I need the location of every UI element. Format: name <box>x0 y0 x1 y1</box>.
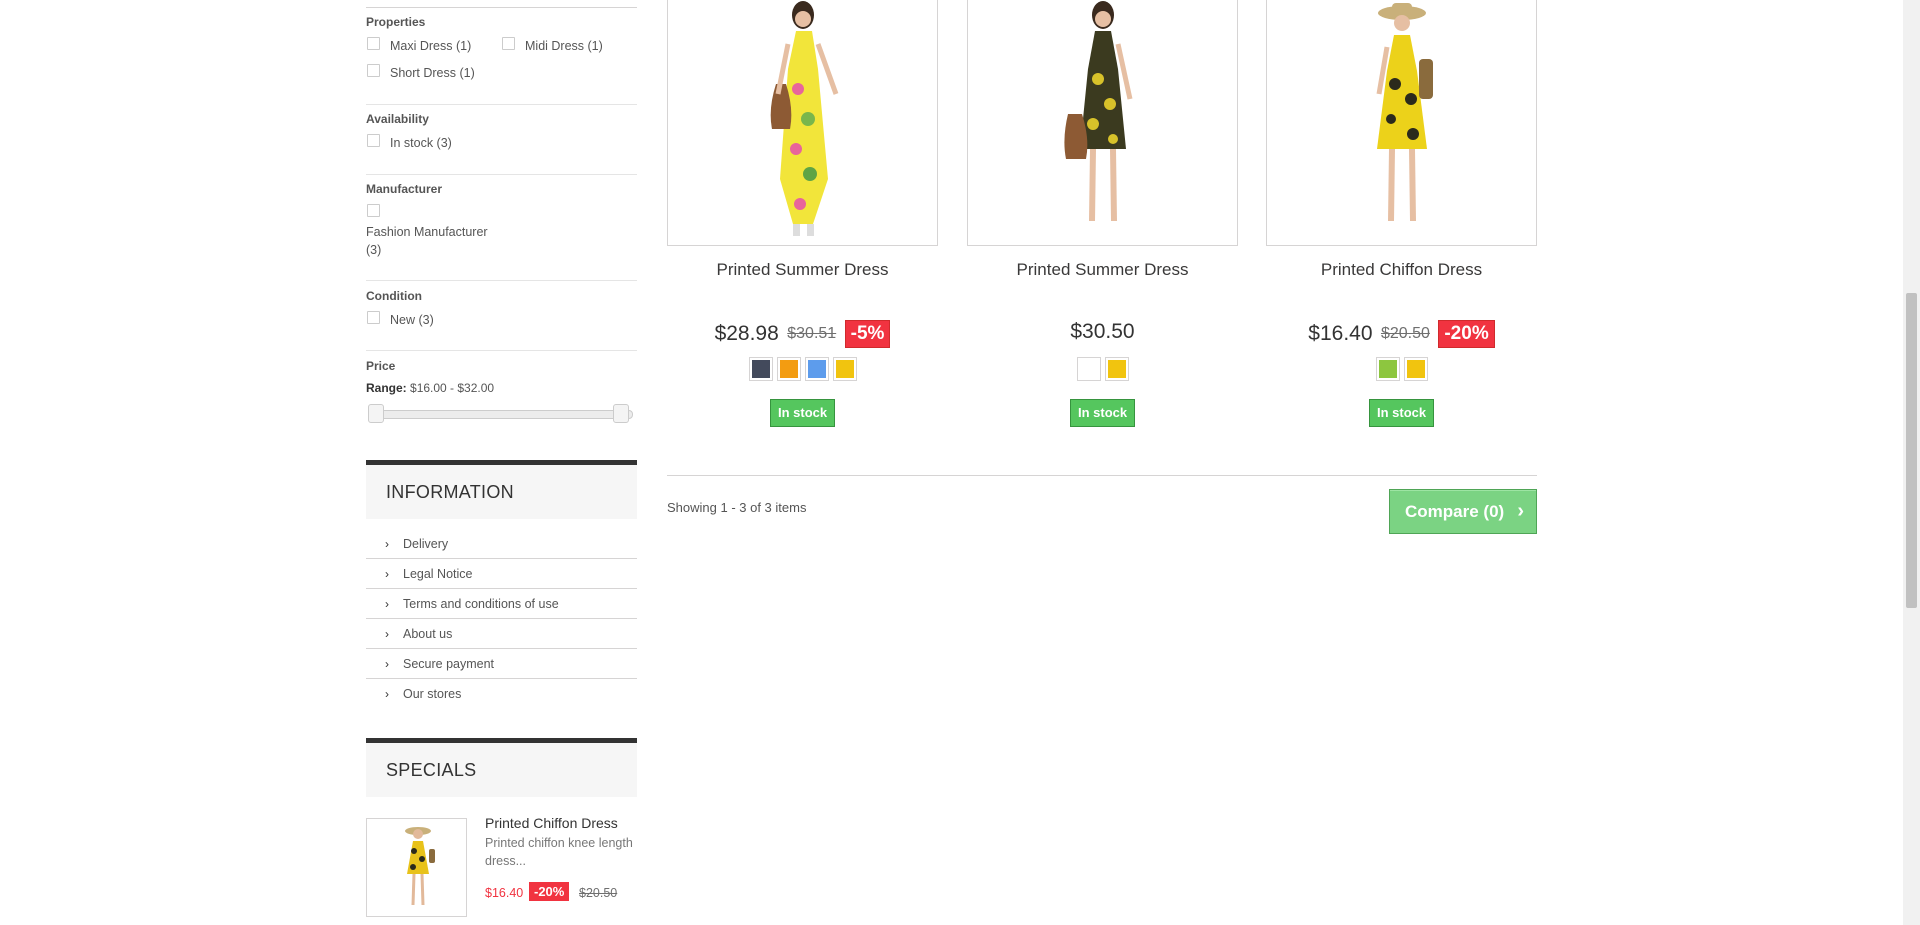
info-link-legal-notice[interactable]: › Legal Notice <box>366 559 637 589</box>
stock-badge: In stock <box>1369 399 1435 427</box>
price-range-label: Range: $16.00 - $32.00 <box>366 381 494 395</box>
color-swatch[interactable] <box>1104 357 1129 381</box>
divider <box>366 7 637 8</box>
product-image[interactable] <box>667 0 938 246</box>
filter-title-manufacturer: Manufacturer <box>366 182 443 196</box>
price-range-value: $16.00 - $32.00 <box>410 381 495 395</box>
filter-title-condition: Condition <box>366 289 422 303</box>
color-swatch[interactable] <box>1375 357 1400 381</box>
dress-model-image <box>1064 1 1133 222</box>
divider <box>366 174 637 175</box>
divider <box>366 350 637 351</box>
info-link-about-us[interactable]: › About us <box>366 619 637 649</box>
compare-button-label: Compare (0) <box>1405 502 1505 521</box>
divider <box>667 475 1537 476</box>
color-swatches <box>967 357 1238 381</box>
info-link-label: Legal Notice <box>403 567 473 581</box>
product-discount-badge: -5% <box>844 320 891 348</box>
divider <box>366 104 637 105</box>
dress-model-image <box>770 1 839 236</box>
filter-title-properties: Properties <box>366 15 426 29</box>
color-swatch[interactable] <box>776 357 801 381</box>
chevron-right-icon: › <box>385 567 389 581</box>
filter-label-short-dress[interactable]: Short Dress (1) <box>390 64 475 82</box>
color-swatch[interactable] <box>832 357 857 381</box>
filter-count-fashion-manufacturer[interactable]: (3) <box>366 241 381 259</box>
dress-model-image <box>405 827 435 906</box>
compare-button[interactable]: Compare (0) › <box>1389 489 1537 534</box>
checkbox-midi-dress[interactable] <box>502 37 515 50</box>
information-title[interactable]: INFORMATION <box>386 482 514 503</box>
specials-block-header: SPECIALS <box>366 738 637 797</box>
product-name[interactable]: Printed Summer Dress <box>667 260 938 280</box>
stock-badge: In stock <box>770 399 836 427</box>
filter-label-new[interactable]: New (3) <box>390 311 434 329</box>
product-name[interactable]: Printed Chiffon Dress <box>1266 260 1537 280</box>
product-old-price: $30.51 <box>787 325 837 342</box>
filter-title-availability: Availability <box>366 112 429 126</box>
info-link-label: Our stores <box>403 687 462 701</box>
info-link-label: About us <box>403 627 453 641</box>
filter-label-maxi-dress[interactable]: Maxi Dress (1) <box>390 37 471 55</box>
color-swatches <box>667 357 938 381</box>
special-product-description: Printed chiffon knee length dress... <box>485 836 633 868</box>
chevron-right-icon: › <box>385 597 389 611</box>
information-block-header: INFORMATION <box>366 460 637 519</box>
color-swatch[interactable] <box>1403 357 1428 381</box>
price-range-prefix: Range: <box>366 381 407 395</box>
info-link-terms[interactable]: › Terms and conditions of use <box>366 589 637 619</box>
product-image[interactable] <box>1266 0 1537 246</box>
checkbox-new[interactable] <box>367 311 380 324</box>
product-price: $28.98 <box>714 322 779 345</box>
special-product-name[interactable]: Printed Chiffon Dress <box>485 815 618 831</box>
special-old-price: $20.50 <box>579 886 618 900</box>
product-image[interactable] <box>967 0 1238 246</box>
scrollbar-thumb[interactable] <box>1906 293 1917 608</box>
divider <box>366 280 637 281</box>
chevron-right-icon: › <box>385 627 389 641</box>
product-price-row: $16.40 $20.50 -20% <box>1266 320 1537 348</box>
info-link-our-stores[interactable]: › Our stores <box>366 679 637 709</box>
info-link-label: Secure payment <box>403 657 495 671</box>
color-swatch[interactable] <box>748 357 773 381</box>
product-old-price: $20.50 <box>1380 325 1430 342</box>
price-slider-min-handle[interactable] <box>368 404 384 423</box>
chevron-right-icon: › <box>385 687 389 701</box>
product-price-row: $30.50 <box>967 320 1238 344</box>
product-price-row: $28.98 $30.51 -5% <box>667 320 938 348</box>
page-scrollbar[interactable] <box>1903 0 1920 925</box>
color-swatch[interactable] <box>1076 357 1101 381</box>
price-slider-max-handle[interactable] <box>613 404 629 423</box>
chevron-right-icon: › <box>385 537 389 551</box>
info-link-secure-payment[interactable]: › Secure payment <box>366 649 637 679</box>
checkbox-maxi-dress[interactable] <box>367 37 380 50</box>
filter-label-midi-dress[interactable]: Midi Dress (1) <box>525 37 603 55</box>
dress-model-image <box>1376 3 1433 222</box>
price-slider-track[interactable] <box>368 410 633 419</box>
info-link-delivery[interactable]: › Delivery <box>366 529 637 559</box>
special-product-price: $16.40 <box>485 886 524 900</box>
special-discount-badge: -20% <box>529 882 570 901</box>
checkbox-fashion-manufacturer[interactable] <box>367 204 380 217</box>
filter-title-price: Price <box>366 359 396 373</box>
product-price: $16.40 <box>1308 322 1373 345</box>
product-name[interactable]: Printed Summer Dress <box>967 260 1238 280</box>
info-link-label: Delivery <box>403 537 449 551</box>
product-discount-badge: -20% <box>1438 320 1495 348</box>
chevron-right-icon: › <box>1517 500 1524 522</box>
color-swatches <box>1266 357 1537 381</box>
specials-title[interactable]: SPECIALS <box>386 760 476 781</box>
color-swatch[interactable] <box>804 357 829 381</box>
items-count-text: Showing 1 - 3 of 3 items <box>667 500 807 515</box>
product-price: $30.50 <box>1070 320 1135 343</box>
filter-label-in-stock[interactable]: In stock (3) <box>390 134 452 152</box>
checkbox-in-stock[interactable] <box>367 134 380 147</box>
special-product-image[interactable] <box>366 818 467 917</box>
checkbox-short-dress[interactable] <box>367 64 380 77</box>
stock-badge: In stock <box>1070 399 1136 427</box>
chevron-right-icon: › <box>385 657 389 671</box>
filter-label-fashion-manufacturer[interactable]: Fashion Manufacturer <box>366 223 488 241</box>
info-link-label: Terms and conditions of use <box>403 597 559 611</box>
